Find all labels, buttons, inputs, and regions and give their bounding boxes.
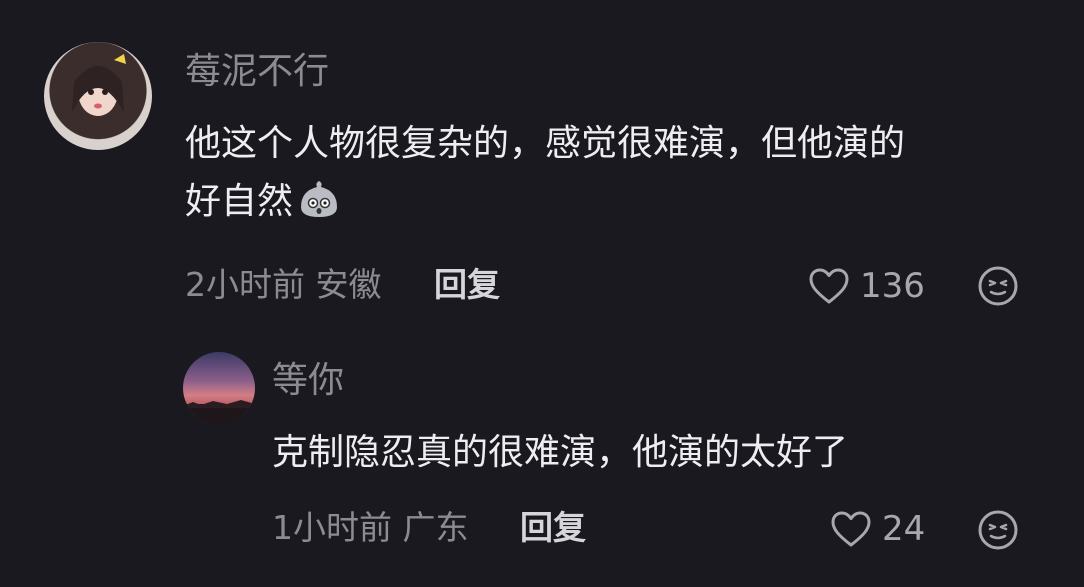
comment-text-line-2: 好自然 bbox=[185, 173, 905, 231]
avatar[interactable] bbox=[44, 42, 152, 150]
sunset-avatar-image-icon bbox=[183, 400, 255, 424]
like-button[interactable]: 136 bbox=[808, 267, 925, 305]
like-button[interactable]: 24 bbox=[830, 510, 925, 548]
smile-face-icon[interactable] bbox=[977, 265, 1019, 307]
comment-text-line: 他这个人物很复杂的，感觉很难演，但他演的 bbox=[185, 123, 906, 164]
comment-time-location: 1小时前 广东 bbox=[272, 508, 469, 547]
avatar[interactable] bbox=[183, 352, 255, 424]
comment-text: 他这个人物很复杂的，感觉很难演，但他演的 好自然 bbox=[185, 115, 905, 231]
reply-button[interactable]: 回复 bbox=[520, 511, 586, 544]
shocked-face-emoji-icon bbox=[297, 179, 341, 219]
heart-outline-icon bbox=[830, 510, 872, 548]
like-count: 136 bbox=[860, 266, 925, 306]
smile-face-icon[interactable] bbox=[977, 509, 1019, 551]
heart-outline-icon bbox=[808, 267, 850, 305]
comment-text-fragment: 好自然 bbox=[185, 181, 294, 222]
reply-button[interactable]: 回复 bbox=[434, 268, 500, 301]
avatar-image-icon bbox=[72, 54, 126, 116]
comment-time-location: 2小时前 安徽 bbox=[185, 265, 382, 304]
comment-username[interactable]: 莓泥不行 bbox=[185, 54, 329, 90]
comment-text: 克制隐忍真的很难演，他演的太好了 bbox=[272, 432, 849, 473]
like-count: 24 bbox=[882, 509, 926, 549]
comment-username[interactable]: 等你 bbox=[272, 363, 344, 399]
